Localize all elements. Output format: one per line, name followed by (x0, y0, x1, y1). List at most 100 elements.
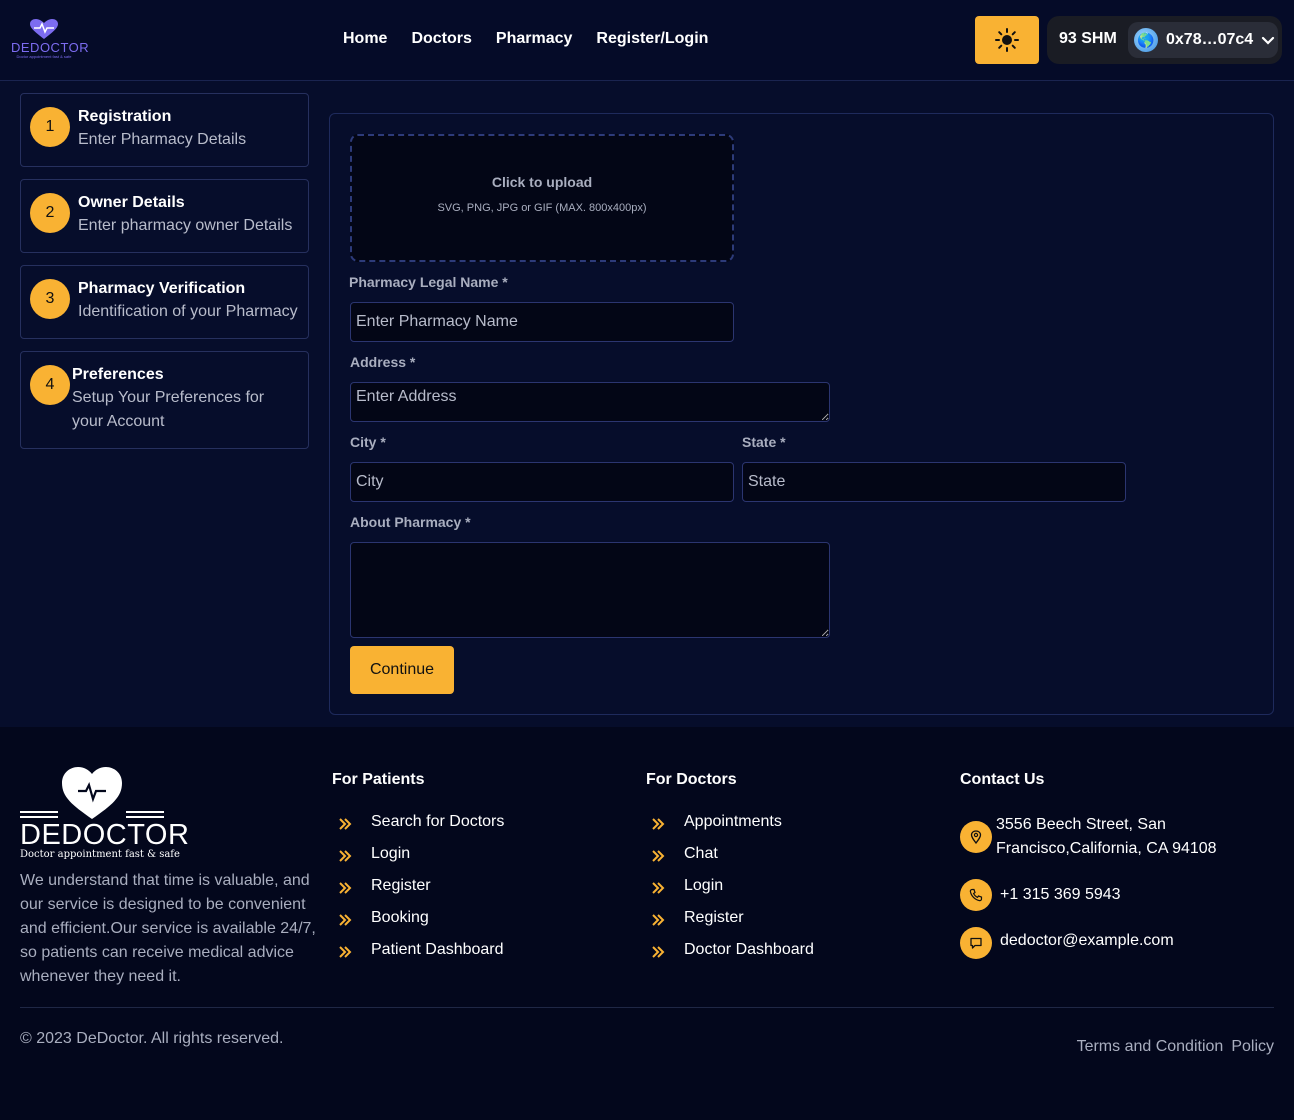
contact-phone[interactable]: +1 315 369 5943 (960, 879, 1121, 911)
footer-link-label: Login (371, 845, 411, 862)
account-button[interactable]: 🌎 0x78…07c4 (1128, 22, 1278, 58)
step-number: 1 (30, 107, 70, 147)
double-chevron-right-icon (339, 818, 352, 830)
footer-link-login[interactable]: Login (332, 845, 504, 877)
contact-address: 3556 Beech Street, San Francisco,Califor… (960, 813, 1236, 861)
account-address: 0x78…07c4 (1166, 31, 1254, 48)
heart-icon (30, 19, 58, 39)
footer-doctors-list: Appointments Chat Login Register Doctor … (645, 813, 814, 973)
footer-divider (20, 1007, 1274, 1008)
chevron-down-icon (1262, 36, 1275, 45)
footer-logo[interactable]: DEDOCTOR Doctor appointment fast & safe (20, 765, 189, 861)
step-number: 4 (30, 365, 70, 405)
footer-link-doctor-login[interactable]: Login (645, 877, 814, 909)
footer-link-doctor-dashboard[interactable]: Doctor Dashboard (645, 941, 814, 973)
chat-bubble-icon (960, 927, 992, 959)
footer-link-label: Register (684, 909, 744, 926)
heart-pulse-icon (20, 767, 164, 819)
footer-link-patient-dashboard[interactable]: Patient Dashboard (332, 941, 504, 973)
wallet-balance[interactable]: 93 SHM (1059, 30, 1117, 48)
header-logo[interactable]: DEDOCTOR Doctor appointment fast & safe (11, 18, 89, 60)
address-label: Address * (350, 354, 416, 370)
image-upload-dropzone[interactable]: Click to upload SVG, PNG, JPG or GIF (MA… (350, 134, 734, 262)
footer-link-label: Booking (371, 909, 429, 926)
footer-link-booking[interactable]: Booking (332, 909, 504, 941)
state-label: State * (742, 434, 786, 450)
footer-link-appointments[interactable]: Appointments (645, 813, 814, 845)
nav-doctors[interactable]: Doctors (411, 29, 471, 49)
double-chevron-right-icon (339, 882, 352, 894)
step-owner-details[interactable]: 2 Owner Details Enter pharmacy owner Det… (20, 179, 309, 253)
footer-patients-heading: For Patients (332, 771, 425, 788)
contact-email-text: dedoctor@example.com (1000, 932, 1174, 949)
double-chevron-right-icon (652, 946, 665, 958)
step-number: 2 (30, 193, 70, 233)
nav-register-login[interactable]: Register/Login (596, 29, 708, 49)
footer-doctors-heading: For Doctors (646, 771, 737, 788)
double-chevron-right-icon (652, 850, 665, 862)
double-chevron-right-icon (339, 914, 352, 926)
step-registration[interactable]: 1 Registration Enter Pharmacy Details (20, 93, 309, 167)
footer-logo-tagline: Doctor appointment fast & safe (20, 849, 180, 860)
logo-tagline: Doctor appointment fast & safe (16, 54, 72, 59)
footer-link-label: Login (684, 877, 724, 894)
step-title: Pharmacy Verification (78, 280, 246, 297)
contact-phone-text: +1 315 369 5943 (1000, 886, 1121, 903)
copyright-text: © 2023 DeDoctor. All rights reserved. (20, 1030, 284, 1047)
map-pin-icon (960, 821, 992, 853)
step-title: Preferences (72, 366, 164, 383)
footer-link-search-doctors[interactable]: Search for Doctors (332, 813, 504, 845)
about-pharmacy-input[interactable] (350, 542, 830, 638)
double-chevron-right-icon (652, 882, 665, 894)
footer-link-label: Search for Doctors (371, 813, 505, 830)
footer-link-label: Chat (684, 845, 718, 862)
step-subtitle: Enter pharmacy owner Details (78, 217, 293, 234)
nav-pharmacy[interactable]: Pharmacy (496, 29, 573, 49)
footer: DEDOCTOR Doctor appointment fast & safe … (0, 727, 1294, 1120)
state-input[interactable] (742, 462, 1126, 502)
footer-link-label: Patient Dashboard (371, 941, 504, 958)
step-pharmacy-verification[interactable]: 3 Pharmacy Verification Identification o… (20, 265, 309, 339)
contact-email[interactable]: dedoctor@example.com (960, 927, 1174, 959)
city-label: City * (350, 434, 386, 450)
footer-logo-text: DEDOCTOR (20, 819, 190, 851)
legal-links: Terms and Condition Policy (1077, 1038, 1274, 1056)
step-subtitle: Enter Pharmacy Details (78, 131, 247, 148)
pharmacy-name-label: Pharmacy Legal Name * (349, 274, 508, 290)
nav-home[interactable]: Home (343, 29, 387, 49)
city-input[interactable] (350, 462, 734, 502)
step-subtitle: Setup Your Preferences for your Account (72, 389, 265, 430)
double-chevron-right-icon (652, 914, 665, 926)
sun-icon (995, 28, 1019, 52)
policy-link[interactable]: Policy (1231, 1038, 1274, 1056)
wallet-widget: 93 SHM 🌎 0x78…07c4 (1047, 16, 1282, 64)
footer-link-doctor-register[interactable]: Register (645, 909, 814, 941)
globe-avatar-icon: 🌎 (1134, 28, 1158, 52)
upload-hint: SVG, PNG, JPG or GIF (MAX. 800x400px) (437, 202, 647, 214)
pharmacy-name-input[interactable] (350, 302, 734, 342)
step-title: Registration (78, 108, 172, 125)
footer-link-label: Register (371, 877, 431, 894)
address-input[interactable] (350, 382, 830, 422)
footer-about-text: We understand that time is valuable, and… (20, 872, 316, 985)
footer-contact-heading: Contact Us (960, 771, 1045, 788)
footer-link-chat[interactable]: Chat (645, 845, 814, 877)
footer-link-register[interactable]: Register (332, 877, 504, 909)
step-preferences[interactable]: 4 Preferences Setup Your Preferences for… (20, 351, 309, 449)
top-navbar: DEDOCTOR Doctor appointment fast & safe … (0, 0, 1294, 81)
phone-icon (960, 879, 992, 911)
double-chevron-right-icon (339, 946, 352, 958)
terms-link[interactable]: Terms and Condition (1077, 1038, 1224, 1056)
theme-toggle-button[interactable] (975, 16, 1039, 64)
main-nav: Home Doctors Pharmacy Register/Login (343, 29, 708, 49)
continue-button[interactable]: Continue (350, 646, 454, 694)
double-chevron-right-icon (339, 850, 352, 862)
step-subtitle: Identification of your Pharmacy (78, 303, 298, 320)
step-number: 3 (30, 279, 70, 319)
upload-title: Click to upload (491, 174, 593, 190)
double-chevron-right-icon (652, 818, 665, 830)
footer-link-label: Doctor Dashboard (684, 941, 814, 958)
footer-patients-list: Search for Doctors Login Register Bookin… (332, 813, 504, 973)
footer-link-label: Appointments (684, 813, 782, 830)
about-pharmacy-label: About Pharmacy * (350, 514, 471, 530)
